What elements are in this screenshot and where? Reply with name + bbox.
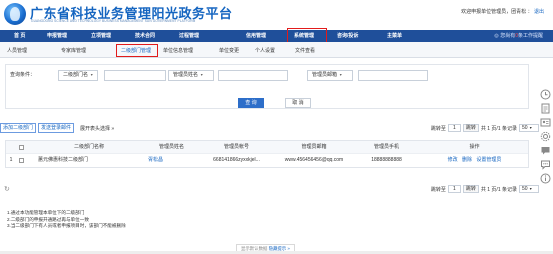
admin-name-input[interactable] [218, 70, 288, 81]
edit-link[interactable]: 修改 [448, 157, 458, 163]
chevron-down-icon: ▼ [528, 126, 533, 130]
row-checkbox[interactable] [19, 158, 24, 163]
dept-name-select[interactable]: 二级部门名 ▼ [58, 70, 98, 81]
col-admin-account[interactable]: 管理员帐号 [199, 141, 274, 154]
send-login-email-button[interactable]: 发送登录邮件 [38, 123, 75, 133]
main-nav: 首 页 申报管理 立项管理 技术合同 过程管理 信用管理 系统管理 咨询/投诉 … [0, 28, 553, 43]
search-button[interactable]: 查 询 [238, 98, 264, 108]
admin-phone-cell: 18888888888 [371, 157, 402, 163]
nav-item-consult[interactable]: 咨询/投诉 [337, 30, 358, 42]
admin-account-cell: 668141866zyxxkjel... [213, 157, 260, 163]
chevron-down-icon: ▼ [200, 73, 204, 77]
subnav-item-personal-settings[interactable]: 个人设置 [255, 47, 275, 54]
nav-item-home[interactable]: 首 页 [14, 30, 25, 42]
nav-item-system[interactable]: 系统管理 [294, 30, 314, 42]
welcome-text: 欢迎申报单位管理员，团青松 [461, 9, 527, 15]
page-size-select[interactable]: 50 ▼ [519, 185, 539, 193]
filter-panel: 查询条件： 二级部门名 ▼ 管理员姓名 ▼ 管理员邮箱 ▼ 查 询 取 消 [5, 64, 529, 109]
help-notes: 1.通过本功能管理本单位下的二级部门 2.二级部门的申报开通路过再与单位一致 3… [7, 210, 527, 230]
note-line: 3.当二级部门下有人员或者申报项目时，该部门不能被删除 [7, 223, 126, 228]
table-header: 二级部门名称 管理员姓名 管理员帐号 管理员邮箱 管理员手机 操作 [6, 141, 528, 154]
dept-name-cell: 蕙元佛惠科技二级部门 [38, 157, 89, 163]
sub-dept-table: 二级部门名称 管理员姓名 管理员帐号 管理员邮箱 管理员手机 操作 1 蕙元佛惠… [5, 140, 529, 168]
cancel-button[interactable]: 取 消 [285, 98, 311, 108]
nav-item-credit[interactable]: 信用管理 [246, 30, 266, 42]
chevron-down-icon: ▼ [339, 73, 343, 77]
col-actions: 操作 [469, 144, 480, 150]
table-row: 1 蕙元佛惠科技二级部门 胥松昌 668141866zyxxkjel... ww… [6, 154, 528, 167]
col-admin-email[interactable]: 管理员邮箱 [274, 141, 354, 154]
set-admin-link[interactable]: 设置管理员 [476, 157, 501, 163]
nav-item-main-menu[interactable]: 主菜单 [387, 30, 402, 42]
message-icon[interactable] [540, 159, 551, 170]
subnav-item-unit-info[interactable]: 单位信息管理 [163, 47, 193, 54]
welcome-area: 欢迎申报单位管理员，团青松 ： 退出 [461, 9, 544, 15]
col-admin-name[interactable]: 管理员姓名 [144, 141, 199, 154]
chat-icon[interactable] [540, 145, 551, 156]
nav-item-process[interactable]: 过程管理 [179, 30, 199, 42]
info-icon[interactable] [540, 173, 551, 184]
page-input[interactable]: 1 [447, 124, 461, 132]
page-info: 共 1 页/1 条记录 [480, 186, 517, 193]
clock-icon[interactable] [540, 89, 551, 100]
admin-email-cell: www.456456456@qq.com [284, 157, 344, 163]
goto-page-button[interactable]: 跳转 [462, 124, 479, 132]
sub-nav: 人员管理 专家库管理 二级部门管理 单位信息管理 单位变更 个人设置 文件查看 [0, 42, 553, 58]
header: 广东省科技业务管理阳光政务平台 GUANGDONG SCIENCE AND TE… [0, 0, 553, 30]
refresh-icon[interactable]: ↻ [4, 185, 10, 193]
admin-name-select[interactable]: 管理员姓名 ▼ [168, 70, 214, 81]
logout-link[interactable]: 退出 [534, 9, 544, 15]
chevron-down-icon: ▼ [90, 73, 94, 77]
work-reminder[interactable]: ◎ 您尚有0条工作提醒 [494, 30, 543, 42]
page-size-select[interactable]: 50 ▼ [519, 124, 539, 132]
subnav-item-expert[interactable]: 专家库管理 [61, 47, 86, 54]
filter-label: 查询条件： [10, 72, 36, 78]
subnav-item-personnel[interactable]: 人员管理 [7, 47, 27, 54]
nav-item-declare[interactable]: 申报管理 [47, 30, 67, 42]
delete-link[interactable]: 删除 [462, 157, 472, 163]
grid-toolbar: 添加二级部门 发送登录邮件 展开表头选择 » 跳转至 1 跳转 共 1 页/1 … [0, 122, 553, 134]
top-pager: 跳转至 1 跳转 共 1 页/1 条记录 50 ▼ [431, 123, 539, 133]
chevron-down-icon: ▼ [528, 187, 533, 191]
admin-email-input[interactable] [358, 70, 428, 81]
subnav-item-file-view[interactable]: 文件查看 [295, 47, 315, 54]
dept-name-input[interactable] [104, 70, 166, 81]
add-sub-dept-button[interactable]: 添加二级部门 [0, 123, 37, 133]
col-dept-name[interactable]: 二级部门名称 [34, 141, 144, 154]
row-index: 1 [9, 157, 13, 163]
admin-name-link[interactable]: 胥松昌 [144, 154, 199, 167]
subnav-item-unit-change[interactable]: 单位变更 [219, 47, 239, 54]
bottom-pager: 跳转至 1 跳转 共 1 页/1 条记录 50 ▼ [431, 184, 539, 194]
platform-logo [4, 3, 26, 25]
page-info: 共 1 页/1 条记录 [480, 125, 517, 132]
nav-item-project[interactable]: 立项管理 [91, 30, 111, 42]
admin-email-select[interactable]: 管理员邮箱 ▼ [307, 70, 353, 81]
subnav-item-sub-dept[interactable]: 二级部门管理 [121, 47, 151, 54]
nav-item-contract[interactable]: 技术合同 [135, 30, 155, 42]
page-input[interactable]: 1 [447, 185, 461, 193]
goto-page-button[interactable]: 跳转 [462, 185, 479, 193]
expand-columns-link[interactable]: 展开表头选择 » [80, 125, 114, 132]
select-all-checkbox[interactable] [19, 145, 24, 150]
row-actions: 修改 删除 设置管理员 [419, 154, 530, 167]
col-admin-phone[interactable]: 管理员手机 [354, 141, 419, 154]
document-icon[interactable] [540, 103, 551, 114]
site-subtitle: GUANGDONG SCIENCE AND TECHNOLOGY BUSINES… [31, 19, 196, 23]
